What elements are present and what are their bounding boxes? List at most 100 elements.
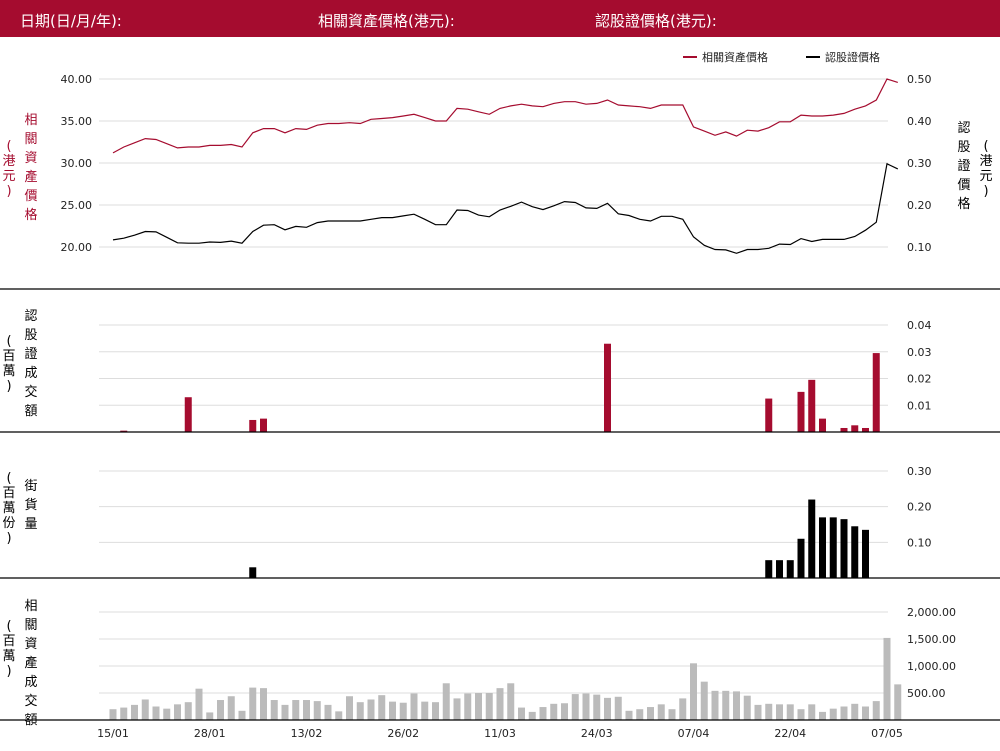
underlying-turnover-bar	[647, 707, 654, 720]
underlying-turnover-bar	[894, 684, 902, 720]
underlying-turnover-bar	[475, 693, 482, 720]
warrant-turnover-bar	[819, 418, 826, 432]
outstanding-quantity-bar	[786, 560, 794, 578]
underlying-turnover-bar	[356, 702, 364, 720]
x-axis-tick-label: 15/01	[97, 727, 129, 740]
underlying-turnover-bar	[528, 711, 536, 720]
underlying-turnover-bar	[829, 708, 837, 720]
underlying-turnover-bar	[518, 707, 525, 720]
underlying-turnover-bar	[507, 683, 515, 720]
underlying-turnover-bar	[389, 701, 396, 720]
outstanding-quantity-bar	[765, 560, 773, 578]
underlying-turnover-bar	[109, 709, 117, 720]
x-axis-tick-label: 11/03	[484, 727, 516, 740]
underlying-turnover-bar	[819, 711, 826, 720]
underlying-turnover-bar	[657, 704, 665, 720]
underlying-turnover-bar	[174, 704, 181, 720]
right-axis-tick-label: 0.40	[907, 115, 932, 128]
right-axis-tick-label: 0.10	[907, 241, 932, 254]
underlying-turnover-bar	[378, 695, 386, 720]
outstanding-quantity-bar	[776, 560, 783, 578]
warrant-turnover-bar	[872, 353, 880, 432]
left-axis-tick-label: 30.00	[61, 157, 93, 170]
outstanding-quantity-bar	[819, 517, 826, 578]
date-label: 日期(日/月/年):	[20, 12, 122, 30]
warrant-turnover-bar	[851, 425, 859, 432]
underlying-turnover-bar	[786, 704, 794, 720]
underlying-turnover-bar	[679, 698, 687, 720]
underlying-turnover-bar	[346, 696, 353, 720]
underlying-turnover-bar	[808, 704, 816, 720]
underlying-turnover-bar	[141, 699, 149, 720]
warrant-turnover-axis-unit: (百萬)	[2, 334, 15, 394]
warrant-turnover-bar	[808, 379, 816, 432]
underlying-turnover-bar	[711, 690, 719, 720]
underlying-turnover-bar	[313, 701, 321, 720]
warrant-turnover-bar	[797, 391, 805, 432]
underlying-turnover-bar	[335, 711, 343, 720]
outstanding-quantity-tick-label: 0.20	[907, 501, 932, 514]
underlying-turnover-bar	[292, 700, 300, 720]
series-line-underlying-price	[112, 78, 898, 154]
legend-label-underlying: 相關資產價格	[702, 50, 768, 64]
underlying-turnover-bar	[690, 663, 697, 720]
underlying-turnover-bar	[614, 696, 622, 720]
warrant-turnover-bar	[604, 343, 611, 432]
warrant-turnover-tick-label: 0.01	[907, 399, 932, 412]
left-axis-tick-label: 40.00	[61, 73, 93, 86]
left-axis-unit: (港元)	[2, 139, 15, 199]
underlying-turnover-bar	[260, 688, 267, 720]
underlying-turnover-bar	[442, 683, 450, 720]
underlying-turnover-bar	[485, 693, 493, 720]
legend-label-warrant: 認股證價格	[825, 50, 880, 64]
underlying-turnover-bar	[733, 691, 740, 720]
outstanding-quantity-bar	[829, 517, 837, 578]
x-axis-tick-label: 22/04	[774, 727, 806, 740]
outstanding-quantity-bar	[797, 538, 805, 578]
right-axis-tick-label: 0.30	[907, 157, 932, 170]
x-axis-tick-label: 07/05	[871, 727, 903, 740]
underlying-turnover-tick-label: 1,500.00	[907, 633, 956, 646]
outstanding-quantity-bar	[808, 499, 816, 578]
warrant-turnover-bar	[184, 397, 192, 432]
outstanding-quantity-bar	[249, 567, 257, 578]
left-axis-tick-label: 20.00	[61, 241, 93, 254]
underlying-turnover-bar	[840, 706, 848, 720]
underlying-turnover-tick-label: 500.00	[907, 687, 946, 700]
right-axis-tick-label: 0.20	[907, 199, 932, 212]
underlying-turnover-bar	[754, 704, 762, 720]
outstanding-quantity-bar	[862, 529, 869, 578]
underlying-turnover-bar	[303, 700, 310, 720]
warrant-turnover-tick-label: 0.03	[907, 346, 932, 359]
underlying-turnover-axis-unit: (百萬)	[2, 619, 15, 679]
underlying-turnover-bar	[163, 708, 171, 720]
underlying-turnover-bar	[238, 710, 246, 720]
right-axis-tick-label: 0.50	[907, 73, 932, 86]
left-axis-tick-label: 25.00	[61, 199, 93, 212]
underlying-turnover-bar	[206, 712, 214, 720]
warrant-turnover-tick-label: 0.04	[907, 319, 932, 332]
outstanding-quantity-tick-label: 0.10	[907, 536, 932, 549]
underlying-turnover-bar	[120, 707, 128, 720]
underlying-turnover-bar	[464, 693, 472, 720]
underlying-turnover-bar	[743, 695, 751, 720]
underlying-turnover-bar	[593, 694, 601, 720]
warrant-turnover-tick-label: 0.02	[907, 373, 932, 386]
underlying-turnover-bar	[636, 709, 644, 720]
underlying-turnover-bar	[700, 681, 708, 720]
underlying-turnover-tick-label: 1,000.00	[907, 660, 956, 673]
underlying-turnover-bar	[227, 696, 235, 720]
underlying-turnover-tick-label: 2,000.00	[907, 606, 956, 619]
warrant-turnover-bar	[249, 419, 257, 432]
underlying-turnover-axis-label: 相關資產成交額	[24, 599, 37, 728]
underlying-turnover-bar	[367, 699, 375, 720]
outstanding-quantity-bar	[851, 526, 859, 578]
underlying-turnover-bar	[453, 698, 461, 720]
warrant-turnover-bar	[260, 418, 267, 432]
warrant-chart: 40.00 0.50 35.00 0.40 30.00 0.30 25.00 0.20 20.0…	[0, 50, 1000, 740]
underlying-turnover-bar	[668, 709, 676, 720]
warrant-turnover-bar	[765, 398, 773, 432]
underlying-turnover-bar	[571, 694, 579, 720]
x-axis-tick-label: 26/02	[387, 727, 419, 740]
x-axis-tick-label: 13/02	[291, 727, 323, 740]
